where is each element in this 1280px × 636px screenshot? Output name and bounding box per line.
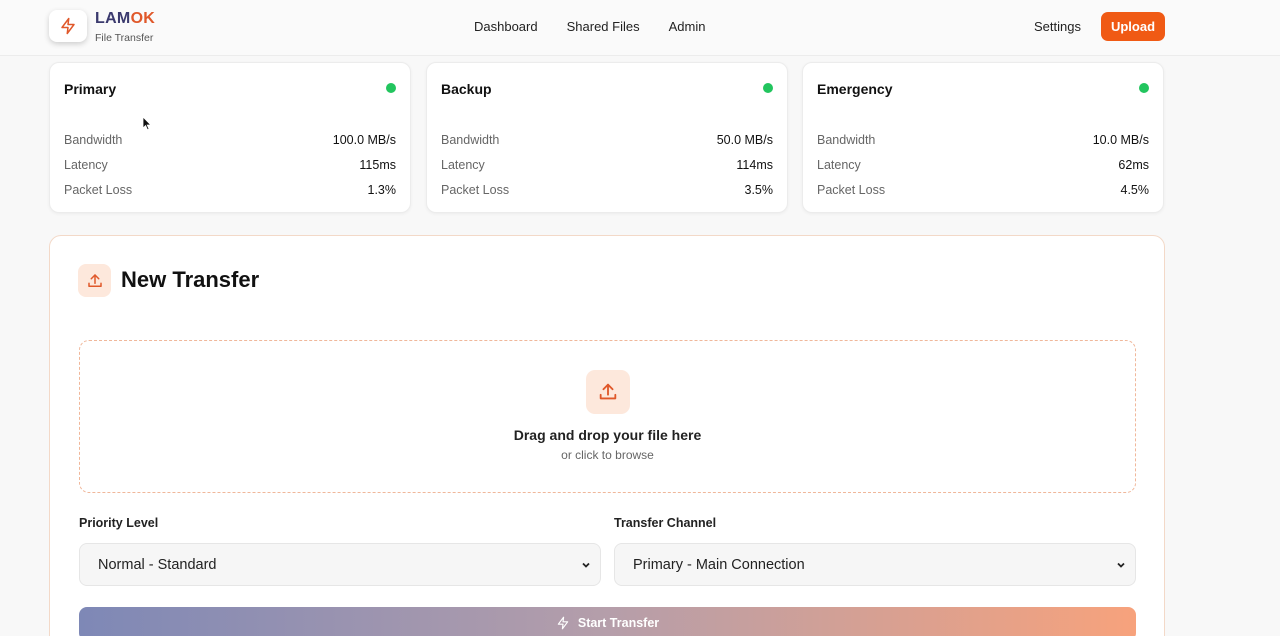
- nav-shared-files[interactable]: Shared Files: [567, 19, 640, 34]
- channel-card-primary: Primary Bandwidth 100.0 MB/s Latency 115ms…: [49, 62, 411, 213]
- priority-value: Normal - Standard: [98, 556, 217, 573]
- bolt-icon: [61, 17, 75, 35]
- main-nav: Dashboard Shared Files Admin: [474, 19, 705, 34]
- upload-button[interactable]: Upload: [1101, 12, 1165, 41]
- channel-select[interactable]: Primary - Main Connection: [614, 543, 1136, 586]
- upload-icon: [87, 273, 102, 287]
- priority-label: Priority Level: [79, 516, 159, 530]
- nav-settings[interactable]: Settings: [1034, 19, 1081, 34]
- packet-loss-row: Packet Loss 3.5%: [441, 183, 773, 197]
- priority-select[interactable]: Normal - Standard: [79, 543, 601, 586]
- channel-name: Emergency: [817, 81, 893, 97]
- latency-row: Latency 115ms: [64, 158, 396, 172]
- chevron-down-icon: [582, 562, 590, 568]
- mouse-cursor-icon: [142, 116, 152, 131]
- panel-title: New Transfer: [121, 267, 260, 292]
- channel-name: Backup: [441, 81, 492, 97]
- status-indicator: [386, 83, 396, 93]
- brand: LAMOK File Transfer: [95, 10, 155, 44]
- chevron-down-icon: [1117, 562, 1125, 568]
- dropzone-subtitle: or click to browse: [561, 448, 654, 462]
- nav-dashboard[interactable]: Dashboard: [474, 19, 538, 34]
- packet-loss-row: Packet Loss 4.5%: [817, 183, 1149, 197]
- status-indicator: [1139, 83, 1149, 93]
- panel-icon-badge: [78, 264, 111, 297]
- bolt-icon: [557, 616, 569, 630]
- latency-row: Latency 62ms: [817, 158, 1149, 172]
- channel-card-emergency: Emergency Bandwidth 10.0 MB/s Latency 62ms…: [802, 62, 1164, 213]
- channel-value: Primary - Main Connection: [633, 556, 805, 573]
- dropzone-icon-badge: [586, 370, 630, 414]
- status-indicator: [763, 83, 773, 93]
- bandwidth-row: Bandwidth 10.0 MB/s: [817, 133, 1149, 147]
- channel-name: Primary: [64, 81, 117, 97]
- nav-admin[interactable]: Admin: [669, 19, 706, 34]
- upload-icon: [599, 383, 617, 400]
- brand-name: LAMOK: [95, 10, 156, 27]
- dropzone-title: Drag and drop your file here: [513, 427, 702, 443]
- bandwidth-row: Bandwidth 50.0 MB/s: [441, 133, 773, 147]
- packet-loss-row: Packet Loss 1.3%: [64, 183, 396, 197]
- file-dropzone[interactable]: Drag and drop your file here or click to…: [79, 340, 1136, 493]
- start-transfer-button[interactable]: Start Transfer: [79, 607, 1136, 636]
- start-transfer-label: Start Transfer: [577, 616, 660, 630]
- top-navbar: LAMOK File Transfer Dashboard Shared Fil…: [0, 0, 1280, 56]
- logo-badge[interactable]: [49, 10, 87, 42]
- brand-subtitle: File Transfer: [95, 32, 154, 44]
- latency-row: Latency 114ms: [441, 158, 773, 172]
- bandwidth-row: Bandwidth 100.0 MB/s: [64, 133, 396, 147]
- channel-card-backup: Backup Bandwidth 50.0 MB/s Latency 114ms P…: [426, 62, 788, 213]
- channel-label: Transfer Channel: [614, 516, 717, 530]
- new-transfer-panel: New Transfer Drag and drop your file her…: [49, 235, 1165, 636]
